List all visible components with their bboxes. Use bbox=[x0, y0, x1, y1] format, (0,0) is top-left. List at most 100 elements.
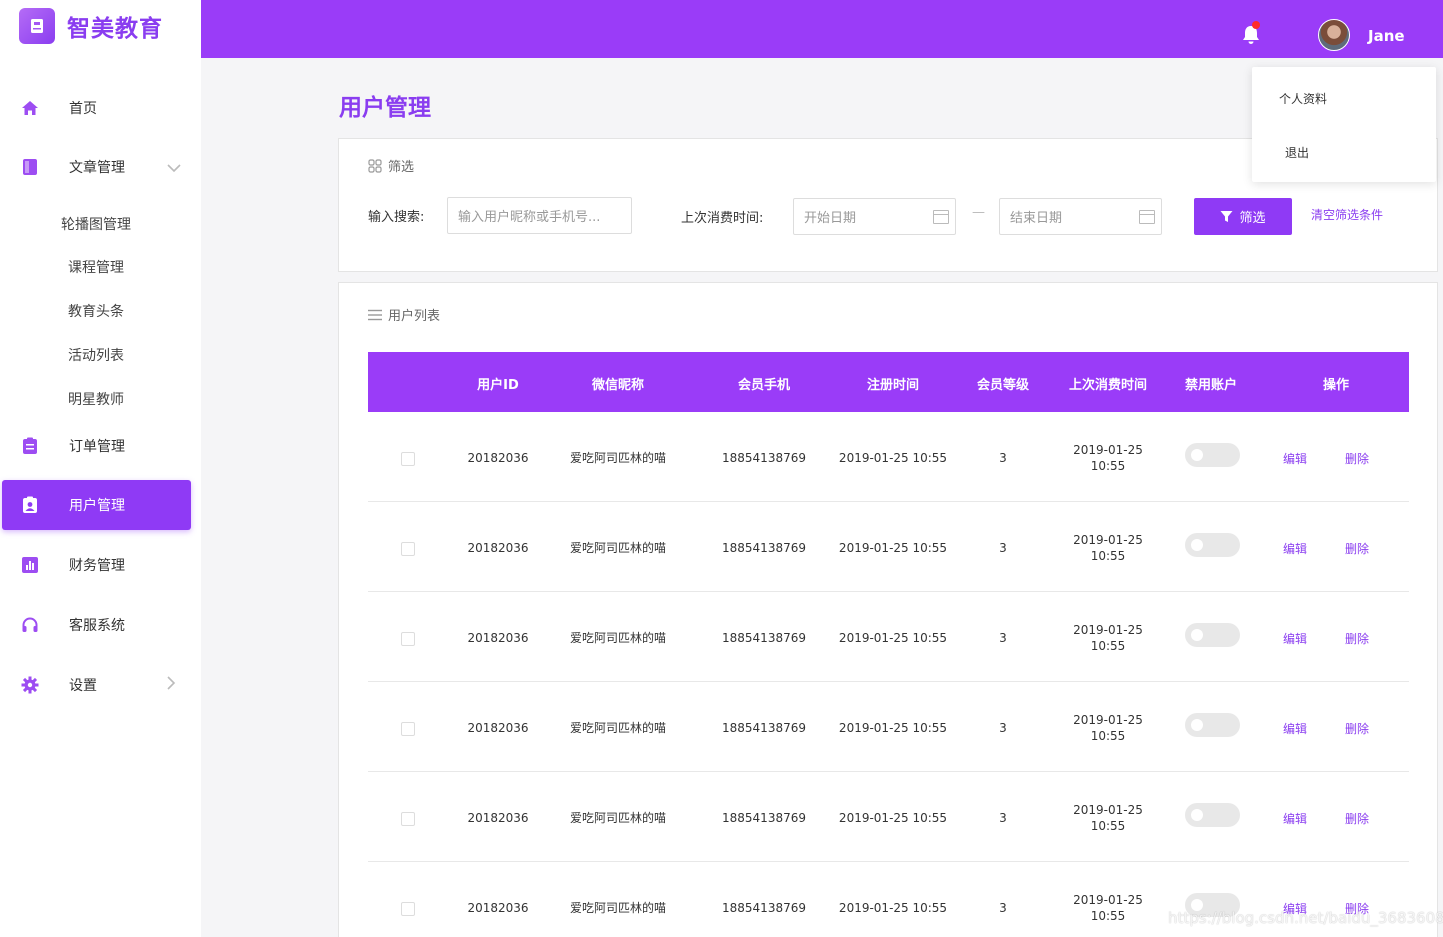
delete-link[interactable]: 删除 bbox=[1345, 720, 1369, 737]
sidebar: 智美教育 首页 文章管理 轮播图管理 课程管理 教育头条 活动列表 明星教师 订… bbox=[0, 0, 201, 937]
col-header-nickname[interactable]: 微信昵称 bbox=[592, 374, 644, 393]
disable-account-toggle[interactable] bbox=[1185, 713, 1240, 737]
cell-phone: 18854138769 bbox=[722, 901, 806, 915]
sidebar-item-support[interactable]: 客服系统 bbox=[2, 600, 191, 650]
filter-button[interactable]: 筛选 bbox=[1194, 198, 1292, 235]
home-icon bbox=[20, 98, 40, 118]
page-title: 用户管理 bbox=[339, 95, 431, 121]
col-header-disable[interactable]: 禁用账户 bbox=[1185, 374, 1237, 393]
sidebar-item-finance[interactable]: 财务管理 bbox=[2, 540, 191, 590]
cell-user-id: 20182036 bbox=[467, 721, 529, 735]
clear-filters-link[interactable]: 清空筛选条件 bbox=[1311, 206, 1383, 223]
sidebar-subitem-teachers[interactable]: 明星教师 bbox=[68, 389, 124, 409]
cell-last-time: 10:55 bbox=[1090, 459, 1126, 473]
cell-last-time: 10:55 bbox=[1090, 819, 1126, 833]
col-header-user-id[interactable]: 用户ID bbox=[477, 374, 519, 393]
cell-last-date: 2019-01-25 bbox=[1073, 623, 1143, 637]
sidebar-item-label: 设置 bbox=[69, 678, 97, 694]
filter-header: 筛选 bbox=[368, 156, 414, 175]
cell-registered: 2019-01-25 10:55 bbox=[838, 721, 948, 735]
edit-link[interactable]: 编辑 bbox=[1283, 630, 1307, 647]
cell-nickname: 爱吃阿司匹林的喵 bbox=[569, 811, 667, 825]
row-checkbox[interactable] bbox=[401, 902, 415, 916]
cell-last-purchase: 2019-01-25 10:55 bbox=[1073, 802, 1143, 834]
cell-level: 3 bbox=[999, 901, 1007, 915]
sidebar-subitem-banner[interactable]: 轮播图管理 bbox=[61, 214, 131, 234]
col-header-phone[interactable]: 会员手机 bbox=[738, 374, 790, 393]
cell-last-date: 2019-01-25 bbox=[1073, 713, 1143, 727]
table-row: 20182036 爱吃阿司匹林的喵 18854138769 2019-01-25 10… bbox=[368, 772, 1409, 862]
search-input[interactable]: 输入用户昵称或手机号... bbox=[447, 197, 632, 234]
user-menu: 个人资料 退出 bbox=[1252, 67, 1436, 182]
cell-phone: 18854138769 bbox=[722, 631, 806, 645]
table-row: 20182036 爱吃阿司匹林的喵 18854138769 2019-01-25 10… bbox=[368, 412, 1409, 502]
cell-phone: 18854138769 bbox=[722, 541, 806, 555]
col-header-level[interactable]: 会员等级 bbox=[977, 374, 1029, 393]
row-checkbox[interactable] bbox=[401, 722, 415, 736]
cell-last-purchase: 2019-01-25 10:55 bbox=[1073, 442, 1143, 474]
list-header: 用户列表 bbox=[368, 305, 440, 324]
cell-level: 3 bbox=[999, 721, 1007, 735]
date-separator: — bbox=[972, 205, 985, 220]
start-date-input[interactable]: 开始日期 bbox=[793, 198, 956, 235]
chevron-right-icon bbox=[166, 675, 176, 695]
cell-user-id: 20182036 bbox=[467, 541, 529, 555]
menu-item-logout[interactable]: 退出 bbox=[1285, 144, 1309, 161]
row-checkbox[interactable] bbox=[401, 632, 415, 646]
disable-account-toggle[interactable] bbox=[1185, 533, 1240, 557]
sidebar-item-users[interactable]: 用户管理 bbox=[2, 480, 191, 530]
disable-account-toggle[interactable] bbox=[1185, 443, 1240, 467]
end-date-input[interactable]: 结束日期 bbox=[999, 198, 1162, 235]
gear-icon bbox=[20, 675, 40, 695]
cell-registered: 2019-01-25 10:55 bbox=[838, 811, 948, 825]
edit-link[interactable]: 编辑 bbox=[1283, 450, 1307, 467]
delete-link[interactable]: 删除 bbox=[1345, 630, 1369, 647]
app-logo[interactable]: 智美教育 bbox=[19, 8, 163, 44]
cell-user-id: 20182036 bbox=[467, 811, 529, 825]
filter-button-label: 筛选 bbox=[1239, 211, 1266, 226]
sidebar-item-orders[interactable]: 订单管理 bbox=[2, 421, 191, 471]
sidebar-subitem-headlines[interactable]: 教育头条 bbox=[68, 301, 124, 321]
sidebar-item-articles[interactable]: 文章管理 bbox=[2, 142, 191, 192]
col-header-registered[interactable]: 注册时间 bbox=[867, 374, 919, 393]
cell-level: 3 bbox=[999, 451, 1007, 465]
disable-account-toggle[interactable] bbox=[1185, 803, 1240, 827]
cell-level: 3 bbox=[999, 811, 1007, 825]
cell-registered: 2019-01-25 10:55 bbox=[838, 901, 948, 915]
funnel-icon bbox=[1220, 211, 1233, 222]
table-header: 用户ID 微信昵称 会员手机 注册时间 会员等级 上次消费时间 禁用账户 操作 bbox=[368, 352, 1409, 412]
delete-link[interactable]: 删除 bbox=[1345, 450, 1369, 467]
sidebar-item-settings[interactable]: 设置 bbox=[2, 660, 191, 710]
row-checkbox[interactable] bbox=[401, 542, 415, 556]
edit-link[interactable]: 编辑 bbox=[1283, 720, 1307, 737]
cell-last-purchase: 2019-01-25 10:55 bbox=[1073, 622, 1143, 654]
edit-link[interactable]: 编辑 bbox=[1283, 540, 1307, 557]
row-checkbox[interactable] bbox=[401, 452, 415, 466]
sidebar-item-home[interactable]: 首页 bbox=[2, 83, 191, 133]
watermark: https://blog.csdn.net/baidu_36836080 bbox=[1168, 909, 1443, 927]
cell-level: 3 bbox=[999, 541, 1007, 555]
row-checkbox[interactable] bbox=[401, 812, 415, 826]
cell-phone: 18854138769 bbox=[722, 811, 806, 825]
delete-link[interactable]: 删除 bbox=[1345, 810, 1369, 827]
col-header-actions[interactable]: 操作 bbox=[1323, 374, 1349, 393]
list-icon bbox=[368, 309, 382, 320]
avatar[interactable] bbox=[1318, 19, 1350, 51]
username[interactable]: Jane bbox=[1368, 27, 1405, 45]
col-header-last-purchase[interactable]: 上次消费时间 bbox=[1069, 374, 1147, 393]
filter-title: 筛选 bbox=[388, 160, 415, 175]
edit-link[interactable]: 编辑 bbox=[1283, 810, 1307, 827]
cell-user-id: 20182036 bbox=[467, 631, 529, 645]
menu-item-profile[interactable]: 个人资料 bbox=[1279, 90, 1327, 107]
calendar-icon bbox=[1139, 210, 1155, 224]
search-label: 输入搜索: bbox=[368, 210, 425, 225]
cell-last-date: 2019-01-25 bbox=[1073, 443, 1143, 457]
cell-nickname: 爱吃阿司匹林的喵 bbox=[569, 631, 667, 645]
end-date-placeholder: 结束日期 bbox=[1010, 211, 1063, 226]
disable-account-toggle[interactable] bbox=[1185, 623, 1240, 647]
sidebar-subitem-activities[interactable]: 活动列表 bbox=[68, 345, 124, 365]
delete-link[interactable]: 删除 bbox=[1345, 540, 1369, 557]
cell-last-date: 2019-01-25 bbox=[1073, 893, 1143, 907]
headset-icon bbox=[20, 615, 40, 635]
sidebar-subitem-courses[interactable]: 课程管理 bbox=[68, 257, 124, 277]
